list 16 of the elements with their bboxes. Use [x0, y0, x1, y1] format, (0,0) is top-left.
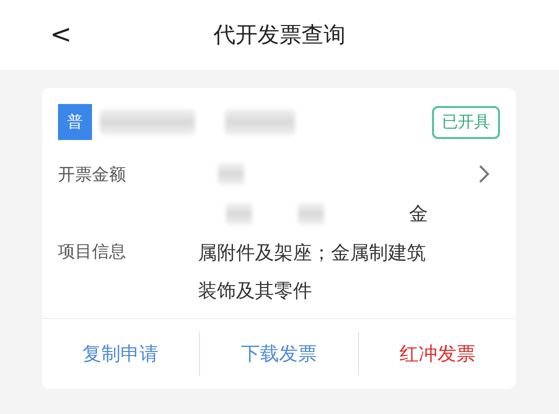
back-button[interactable]: < — [50, 20, 72, 50]
blurred-text — [298, 203, 324, 225]
item-text: 属附件及架座；金属制建筑装饰及其零件 — [198, 241, 427, 304]
blurred-text — [225, 109, 295, 135]
action-button[interactable]: 复制申请 — [42, 333, 200, 375]
field-label: 开票金额 — [58, 164, 127, 186]
item-text: 金 — [409, 202, 428, 227]
field-label: 项目信息 — [58, 241, 127, 263]
chevron-right-icon[interactable] — [478, 164, 490, 184]
page-title: 代开发票查询 — [214, 22, 346, 50]
blurred-text — [218, 163, 244, 185]
blurred-text — [226, 203, 252, 225]
status-badge: 已开具 — [432, 106, 500, 138]
invoice-type-badge: 普 — [58, 104, 92, 140]
action-button[interactable]: 红冲发票 — [358, 333, 516, 375]
action-button[interactable]: 下载发票 — [200, 333, 358, 375]
